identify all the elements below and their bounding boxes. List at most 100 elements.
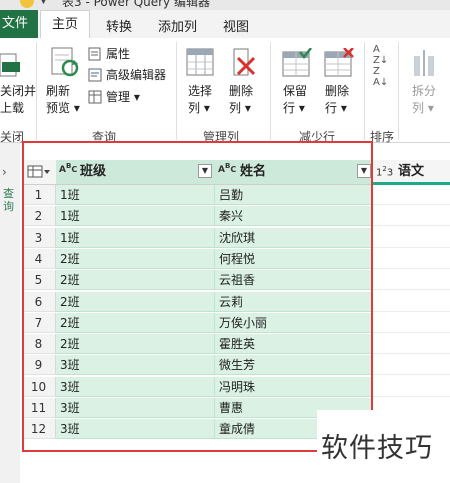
cell-class[interactable]: 3班 xyxy=(56,419,215,439)
remove-columns-button[interactable]: 删除列 ▾ xyxy=(229,83,253,117)
properties-button[interactable]: 属性 xyxy=(106,46,130,63)
remove-rows-button[interactable]: 删除行 ▾ xyxy=(325,83,349,117)
cell-class[interactable]: 3班 xyxy=(56,377,215,397)
cell-class[interactable]: 2班 xyxy=(56,313,215,333)
watermark-text: 软件技巧 xyxy=(321,433,433,464)
table-row[interactable]: 9 3班 微生芳 xyxy=(22,355,450,375)
split-column-icon[interactable] xyxy=(410,48,438,78)
cell-name[interactable]: 吕勤 xyxy=(215,185,373,205)
row-number[interactable]: 9 xyxy=(22,355,56,375)
row-number[interactable]: 8 xyxy=(22,334,56,354)
row-number[interactable]: 10 xyxy=(22,377,56,397)
cell-chinese[interactable] xyxy=(373,185,450,205)
close-load-button[interactable]: 关闭并 上载 xyxy=(0,83,36,117)
cell-chinese[interactable] xyxy=(373,249,450,269)
cell-chinese[interactable] xyxy=(373,313,450,333)
text-type-icon[interactable]: ABC xyxy=(218,162,236,175)
remove-columns-icon[interactable] xyxy=(230,48,258,78)
cell-name[interactable]: 冯明珠 xyxy=(215,377,373,397)
queries-pane-label: 查询 xyxy=(3,187,14,213)
tab-transform[interactable]: 转换 xyxy=(106,16,132,35)
cell-name[interactable]: 万俟小丽 xyxy=(215,313,373,333)
table-row[interactable]: 1 1班 吕勤 xyxy=(22,185,450,205)
ribbon-divider xyxy=(270,42,271,140)
advanced-editor-icon xyxy=(88,68,102,82)
column-header-class-label: 班级 xyxy=(80,164,107,179)
ribbon-divider xyxy=(398,42,399,140)
column-header-chinese[interactable]: 语文 xyxy=(398,160,424,184)
column-header-name[interactable] xyxy=(215,160,373,184)
text-type-icon[interactable]: ABC xyxy=(59,162,77,175)
choose-columns-button[interactable]: 选择列 ▾ xyxy=(188,83,212,117)
cell-name[interactable]: 微生芳 xyxy=(215,355,373,375)
ribbon-divider xyxy=(364,42,365,140)
quick-access-dropdown-icon[interactable]: ▼ xyxy=(40,0,47,6)
cell-chinese[interactable] xyxy=(373,228,450,248)
row-number[interactable]: 11 xyxy=(22,398,56,418)
cell-class[interactable]: 1班 xyxy=(56,228,215,248)
advanced-editor-button[interactable]: 高级编辑器 xyxy=(106,67,166,84)
cell-chinese[interactable] xyxy=(373,270,450,290)
cell-class[interactable]: 3班 xyxy=(56,398,215,418)
table-row[interactable]: 2 1班 秦兴 xyxy=(22,206,450,226)
row-number[interactable]: 4 xyxy=(22,249,56,269)
refresh-preview-button[interactable]: 刷新 预览 ▾ xyxy=(46,83,80,117)
properties-icon xyxy=(88,47,102,61)
cell-chinese[interactable] xyxy=(373,206,450,226)
cell-class[interactable]: 2班 xyxy=(56,249,215,269)
tab-file[interactable]: 文件 xyxy=(0,10,38,38)
row-number[interactable]: 7 xyxy=(22,313,56,333)
table-row[interactable]: 3 1班 沈欣琪 xyxy=(22,228,450,248)
row-number[interactable]: 3 xyxy=(22,228,56,248)
table-row[interactable]: 7 2班 万俟小丽 xyxy=(22,313,450,333)
feedback-smiley-icon[interactable] xyxy=(20,0,34,8)
column-header-name-label: 姓名 xyxy=(240,164,267,179)
cell-name[interactable]: 云莉 xyxy=(215,292,373,312)
row-number[interactable]: 5 xyxy=(22,270,56,290)
cell-chinese[interactable] xyxy=(373,377,450,397)
table-row[interactable]: 8 2班 霍胜英 xyxy=(22,334,450,354)
tab-home[interactable]: 主页 xyxy=(40,10,90,38)
close-load-icon[interactable] xyxy=(0,50,22,80)
choose-columns-icon[interactable] xyxy=(186,48,214,78)
cell-name[interactable]: 云祖香 xyxy=(215,270,373,290)
split-column-button[interactable]: 拆分列 ▾ xyxy=(412,83,436,117)
table-row[interactable]: 6 2班 云莉 xyxy=(22,292,450,312)
column-filter-dropdown-icon[interactable]: ▼ xyxy=(198,164,212,178)
cell-name[interactable]: 霍胜英 xyxy=(215,334,373,354)
keep-rows-button[interactable]: 保留行 ▾ xyxy=(283,83,307,117)
cell-class[interactable]: 2班 xyxy=(56,292,215,312)
manage-button[interactable]: 管理 ▾ xyxy=(106,89,140,106)
table-row[interactable]: 4 2班 何程悦 xyxy=(22,249,450,269)
row-number[interactable]: 6 xyxy=(22,292,56,312)
watermark: 软件技巧 xyxy=(317,410,450,483)
cell-name[interactable]: 沈欣琪 xyxy=(215,228,373,248)
table-row[interactable]: 10 3班 冯明珠 xyxy=(22,377,450,397)
refresh-preview-icon[interactable] xyxy=(50,46,82,80)
cell-class[interactable]: 1班 xyxy=(56,206,215,226)
queries-pane[interactable]: › 查询 xyxy=(0,143,21,483)
cell-class[interactable]: 3班 xyxy=(56,355,215,375)
row-number[interactable]: 2 xyxy=(22,206,56,226)
cell-name[interactable]: 秦兴 xyxy=(215,206,373,226)
remove-rows-icon[interactable] xyxy=(324,47,354,78)
tab-view[interactable]: 视图 xyxy=(223,16,249,35)
cell-name[interactable]: 何程悦 xyxy=(215,249,373,269)
row-number[interactable]: 1 xyxy=(22,185,56,205)
table-menu-icon[interactable] xyxy=(27,165,51,179)
expand-queries-icon[interactable]: › xyxy=(2,165,7,179)
row-number[interactable]: 12 xyxy=(22,419,56,439)
cell-chinese[interactable] xyxy=(373,355,450,375)
table-row[interactable]: 5 2班 云祖香 xyxy=(22,270,450,290)
window-title: 表3 - Power Query 编辑器 xyxy=(62,0,210,9)
cell-class[interactable]: 2班 xyxy=(56,270,215,290)
sort-icons[interactable]: A Z↓ Z A↓ xyxy=(373,44,389,88)
tab-add-column[interactable]: 添加列 xyxy=(158,16,197,35)
cell-class[interactable]: 2班 xyxy=(56,334,215,354)
cell-chinese[interactable] xyxy=(373,292,450,312)
number-type-icon[interactable]: 123 xyxy=(376,165,393,178)
keep-rows-icon[interactable] xyxy=(282,47,312,78)
cell-class[interactable]: 1班 xyxy=(56,185,215,205)
cell-chinese[interactable] xyxy=(373,334,450,354)
column-filter-dropdown-icon[interactable]: ▼ xyxy=(357,164,371,178)
